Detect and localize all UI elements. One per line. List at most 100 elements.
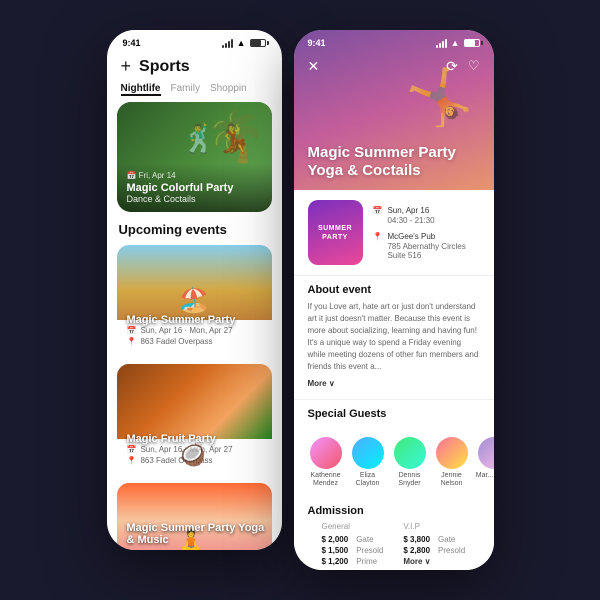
guest-2: Dennis Snyder xyxy=(392,437,428,489)
guest-avatar-4 xyxy=(478,437,494,469)
tab-nightlife[interactable]: Nightlife xyxy=(121,83,161,96)
upcoming-section-title: Upcoming events xyxy=(107,222,282,245)
event-info-strip: SUMMER PARTY 📅 Sun, Apr 16 04:30 - 21:30… xyxy=(294,190,494,276)
event-title-0: Magic Summer Party xyxy=(127,314,236,326)
date-icon-1: 📅 xyxy=(127,445,137,454)
status-time-right: 9:41 xyxy=(308,38,326,48)
event-time: 04:30 - 21:30 xyxy=(387,216,434,225)
guest-3: Jennie Nelson xyxy=(434,437,470,489)
venue-address: 785 Abernathy Circles Suite 516 xyxy=(387,242,479,260)
hero-event-card[interactable]: 🌴 🕺💃 📅 Fri, Apr 14 Magic Colorful Party … xyxy=(117,102,272,212)
event-location-0: 863 Fadel Overpass xyxy=(140,337,212,346)
hero-overlay: 📅 Fri, Apr 14 Magic Colorful Party Dance… xyxy=(117,163,272,212)
calendar-icon: 📅 xyxy=(373,206,383,215)
beach-icon: 🏖️ xyxy=(179,286,209,315)
guests-title: Special Guests xyxy=(308,408,480,420)
event-date-right: Sun, Apr 16 xyxy=(387,205,434,216)
venue-name: McGee's Pub xyxy=(387,231,479,242)
battery-icon-right xyxy=(464,39,480,47)
thumb-text: SUMMER xyxy=(318,225,352,232)
info-details: 📅 Sun, Apr 16 04:30 - 21:30 📍 McGee's Pu… xyxy=(373,200,480,265)
about-text: If you Love art, hate art or just don't … xyxy=(308,301,480,373)
gen-price-2: $ 1,200 xyxy=(322,557,349,566)
vip-price-val-0: $ 3,800 xyxy=(403,535,430,544)
vip-label-1: Presold xyxy=(438,546,465,555)
heart-button[interactable]: ♡ xyxy=(468,58,480,75)
guests-list: Katherine Mendez Eliza Clayton Dennis Sn… xyxy=(294,429,494,497)
event-card-0[interactable]: 🏖️ Magic Summer Party 📅 Sun, Apr 16 · Mo… xyxy=(117,245,272,354)
admission-title: Admission xyxy=(308,505,480,517)
gen-label-1: Presold xyxy=(356,546,383,555)
left-phone: 9:41 ▲ + Sports Nightlife Famil xyxy=(107,30,282,550)
general-price-0: $ 2,000 Gate xyxy=(322,535,384,544)
status-bar-right: 9:41 ▲ xyxy=(294,30,494,48)
guest-name-3: Jennie Nelson xyxy=(434,472,470,489)
general-price-1: $ 1,500 Presold xyxy=(322,546,384,555)
close-button[interactable]: ✕ xyxy=(308,58,320,75)
guest-name-1: Eliza Clayton xyxy=(350,472,386,489)
status-time-left: 9:41 xyxy=(123,38,141,48)
about-title: About event xyxy=(308,284,480,296)
share-button[interactable]: ⟳ xyxy=(446,58,458,75)
event-hero: 9:41 ▲ 🤸 ✕ xyxy=(294,30,494,190)
vip-admission: V.I.P $ 3,800 Gate $ 2,800 Presold More … xyxy=(403,522,465,568)
venue-info-row: 📍 McGee's Pub 785 Abernathy Circles Suit… xyxy=(373,231,480,260)
event-card-1[interactable]: 🥥 Magic Fruit Party 📅 Sun, Apr 16 · Mon,… xyxy=(117,364,272,473)
signal-icon xyxy=(222,38,233,48)
guest-avatar-1 xyxy=(352,437,384,469)
admission-grid: General $ 2,000 Gate $ 1,500 Presold $ 1… xyxy=(308,522,480,570)
date-icon-0: 📅 xyxy=(127,326,137,335)
general-type: General xyxy=(322,522,384,531)
event-image-beach: 🏖️ xyxy=(117,245,272,320)
general-admission: General $ 2,000 Gate $ 1,500 Presold $ 1… xyxy=(322,522,384,568)
hero-date: 📅 Fri, Apr 14 xyxy=(127,171,262,180)
page-title-left: Sports xyxy=(139,58,190,76)
app-header: + Sports xyxy=(107,52,282,83)
event-image-coconut: 🥥 xyxy=(117,364,272,439)
event-date-0: Sun, Apr 16 · Mon, Apr 27 xyxy=(140,326,232,335)
thumb-party: PARTY xyxy=(322,234,348,241)
signal-icon-right xyxy=(436,38,447,48)
vip-more[interactable]: More ∨ xyxy=(403,557,465,566)
gen-price-1: $ 1,500 xyxy=(322,546,349,555)
guest-1: Eliza Clayton xyxy=(350,437,386,489)
wifi-icon-right: ▲ xyxy=(451,38,460,48)
event-thumbnail: SUMMER PARTY xyxy=(308,200,363,265)
gen-price-0: $ 2,000 xyxy=(322,535,349,544)
admission-section: Admission General $ 2,000 Gate $ 1,500 P… xyxy=(294,497,494,570)
guest-name-0: Katherine Mendez xyxy=(308,472,344,489)
guest-avatar-0 xyxy=(310,437,342,469)
add-icon[interactable]: + xyxy=(121,56,132,77)
more-link[interactable]: More ∨ xyxy=(308,379,335,388)
event-content: SUMMER PARTY 📅 Sun, Apr 16 04:30 - 21:30… xyxy=(294,190,494,570)
wifi-icon: ▲ xyxy=(237,38,246,48)
hero-event-subtitle: Dance & Coctails xyxy=(127,194,262,204)
guest-name-2: Dennis Snyder xyxy=(392,472,428,489)
action-buttons: ⟳ ♡ xyxy=(446,58,479,75)
tab-shopping[interactable]: Shoppin xyxy=(210,83,247,96)
guest-0: Katherine Mendez xyxy=(308,437,344,489)
guest-avatar-2 xyxy=(394,437,426,469)
vip-label-0: Gate xyxy=(438,535,455,544)
about-section: About event If you Love art, hate art or… xyxy=(294,276,494,400)
event-card-2[interactable]: 🧘 Magic Summer Party Yoga & Music xyxy=(117,483,272,550)
vip-price-val-1: $ 2,800 xyxy=(403,546,430,555)
gen-label-2: Prime xyxy=(356,557,377,566)
date-info-row: 📅 Sun, Apr 16 04:30 - 21:30 xyxy=(373,205,480,225)
location-icon-right: 📍 xyxy=(373,232,383,241)
hero-event-title: Magic Colorful Party xyxy=(127,182,262,194)
location-icon-0: 📍 xyxy=(127,337,137,346)
tab-family[interactable]: Family xyxy=(171,83,200,96)
guest-avatar-3 xyxy=(436,437,468,469)
coconut-icon: 🥥 xyxy=(179,442,206,468)
battery-icon xyxy=(250,39,266,47)
guest-name-4: Mar... Wa... xyxy=(476,472,494,480)
event-title-2: Magic Summer Party Yoga & Music xyxy=(127,522,272,546)
guests-section: Special Guests xyxy=(294,400,494,429)
category-tabs: Nightlife Family Shoppin xyxy=(107,83,282,102)
location-icon-1: 📍 xyxy=(127,456,137,465)
guest-4: Mar... Wa... xyxy=(476,437,494,489)
status-bar-left: 9:41 ▲ xyxy=(107,30,282,52)
gen-label-0: Gate xyxy=(356,535,373,544)
event-title-1: Magic Fruit Party xyxy=(127,433,216,445)
